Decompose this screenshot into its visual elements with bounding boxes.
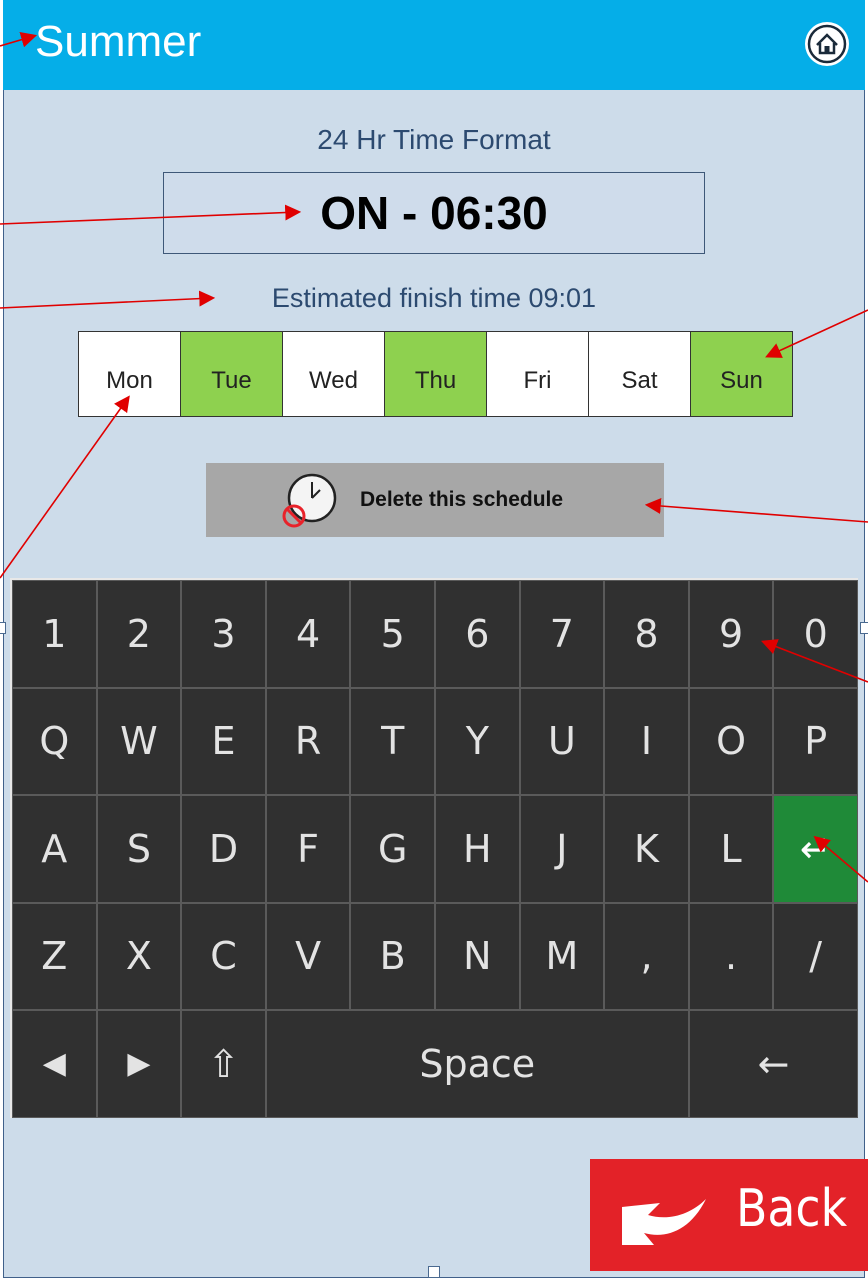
key-0[interactable]: 0 <box>773 580 858 688</box>
key-2[interactable]: 2 <box>96 580 182 688</box>
space-key[interactable]: Space <box>265 1010 689 1118</box>
resize-handle[interactable] <box>428 1266 440 1278</box>
time-display-box[interactable]: ON - 06:30 <box>163 172 705 254</box>
day-fri[interactable]: Fri <box>487 332 589 416</box>
resize-handle[interactable] <box>860 622 868 634</box>
day-thu[interactable]: Thu <box>385 332 487 416</box>
key-z[interactable]: Z <box>12 902 97 1010</box>
estimated-finish-time: Estimated finish time 09:01 <box>271 283 597 313</box>
key-y[interactable]: Y <box>435 687 520 795</box>
key-comma[interactable]: , <box>604 902 689 1010</box>
key-n[interactable]: N <box>435 902 520 1010</box>
key-s[interactable]: S <box>96 795 182 903</box>
key-x[interactable]: X <box>96 902 182 1010</box>
key-o[interactable]: O <box>688 687 774 795</box>
arrow-right-key[interactable]: ▶ <box>96 1010 182 1118</box>
key-u[interactable]: U <box>519 687 605 795</box>
resize-handle[interactable] <box>0 622 6 634</box>
clock-delete-icon <box>282 473 337 528</box>
key-f[interactable]: F <box>265 795 351 903</box>
enter-key[interactable]: ↵ <box>773 795 858 903</box>
day-sun[interactable]: Sun <box>691 332 792 416</box>
key-1[interactable]: 1 <box>12 580 97 688</box>
shift-key[interactable]: ⇧ <box>181 1010 266 1118</box>
key-c[interactable]: C <box>181 902 266 1010</box>
key-d[interactable]: D <box>181 795 266 903</box>
key-e[interactable]: E <box>181 687 266 795</box>
key-m[interactable]: M <box>519 902 605 1010</box>
key-7[interactable]: 7 <box>519 580 605 688</box>
time-format-label: 24 Hr Time Format <box>317 124 551 155</box>
key-9[interactable]: 9 <box>688 580 774 688</box>
backspace-key[interactable]: ← <box>688 1010 858 1118</box>
time-display: ON - 06:30 <box>320 187 548 239</box>
key-4[interactable]: 4 <box>265 580 351 688</box>
key-g[interactable]: G <box>350 795 435 903</box>
delete-schedule-label: Delete this schedule <box>360 488 564 511</box>
day-tue[interactable]: Tue <box>181 332 283 416</box>
header-bar: Summer <box>3 0 865 90</box>
page-title: Summer <box>35 17 202 66</box>
key-v[interactable]: V <box>265 902 351 1010</box>
back-arrow-icon <box>622 1199 706 1245</box>
key-8[interactable]: 8 <box>604 580 689 688</box>
key-p[interactable]: P <box>773 687 858 795</box>
day-wed[interactable]: Wed <box>283 332 385 416</box>
key-6[interactable]: 6 <box>435 580 520 688</box>
day-mon[interactable]: Mon <box>79 332 181 416</box>
key-b[interactable]: B <box>350 902 435 1010</box>
key-h[interactable]: H <box>435 795 520 903</box>
day-selector: Mon Tue Wed Thu Fri Sat Sun <box>78 331 793 417</box>
key-j[interactable]: J <box>519 795 605 903</box>
key-a[interactable]: A <box>12 795 97 903</box>
home-icon <box>807 24 847 64</box>
home-button[interactable] <box>805 22 849 66</box>
back-label: Back <box>736 1179 848 1239</box>
key-q[interactable]: Q <box>12 687 97 795</box>
key-3[interactable]: 3 <box>181 580 266 688</box>
day-sat[interactable]: Sat <box>589 332 691 416</box>
key-i[interactable]: I <box>604 687 689 795</box>
key-k[interactable]: K <box>604 795 689 903</box>
key-5[interactable]: 5 <box>350 580 435 688</box>
key-r[interactable]: R <box>265 687 351 795</box>
key-l[interactable]: L <box>688 795 774 903</box>
back-button[interactable]: Back <box>590 1159 868 1271</box>
arrow-left-key[interactable]: ◀ <box>12 1010 97 1118</box>
key-t[interactable]: T <box>350 687 435 795</box>
key-w[interactable]: W <box>96 687 182 795</box>
key-period[interactable]: . <box>688 902 774 1010</box>
on-screen-keyboard: 1 2 3 4 5 6 7 8 9 0 Q W E R T Y U I O P A S D F G H J K L ↵ Z X C V B N M,. /… <box>10 578 858 1118</box>
key-slash[interactable]: / <box>773 902 858 1010</box>
